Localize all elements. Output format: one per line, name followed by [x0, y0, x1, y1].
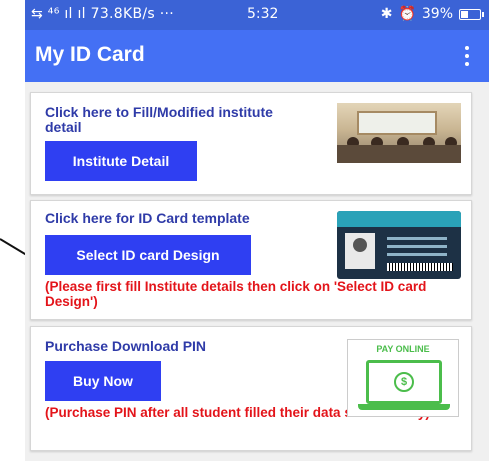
dollar-icon: $ — [394, 372, 414, 392]
template-warning: (Please first fill Institute details the… — [45, 279, 427, 309]
alarm-icon: ⏰ — [398, 6, 416, 22]
battery-percent: 39% — [421, 6, 453, 22]
institute-detail-button[interactable]: Institute Detail — [45, 141, 197, 181]
bluetooth-icon: ✱ — [380, 6, 393, 22]
template-heading: Click here for ID Card template — [45, 210, 250, 226]
battery-icon — [459, 8, 484, 20]
id-card-image — [337, 211, 461, 279]
pay-online-image: PAY ONLINE $ — [347, 339, 459, 417]
status-bar: ⇆ ⁴⁶ ıl ıl 73.8KB/s ··· 5:32 ✱ ⏰ 39% — [25, 0, 489, 30]
more-vert-icon[interactable] — [465, 46, 471, 66]
clock: 5:32 — [247, 6, 279, 22]
buy-now-button[interactable]: Buy Now — [45, 361, 161, 401]
system-indicators: ✱ ⏰ 39% — [380, 6, 484, 22]
pay-online-label: PAY ONLINE — [376, 344, 430, 354]
classroom-image — [337, 103, 461, 163]
institute-heading: Click here to Fill/Modified institute de… — [45, 104, 273, 135]
main-content: Click here to Fill/Modified institute de… — [25, 82, 489, 461]
network-status: ⇆ ⁴⁶ ıl ıl 73.8KB/s ··· — [31, 6, 174, 22]
page-title: My ID Card — [35, 43, 145, 66]
pin-heading: Purchase Download PIN — [45, 338, 207, 354]
institute-card: Click here to Fill/Modified institute de… — [30, 92, 472, 195]
select-id-card-design-button[interactable]: Select ID card Design — [45, 235, 251, 275]
template-card: Click here for ID Card template Select I… — [30, 200, 472, 320]
pin-card: Purchase Download PIN Buy Now (Purchase … — [30, 326, 472, 451]
app-bar: My ID Card — [25, 30, 489, 82]
